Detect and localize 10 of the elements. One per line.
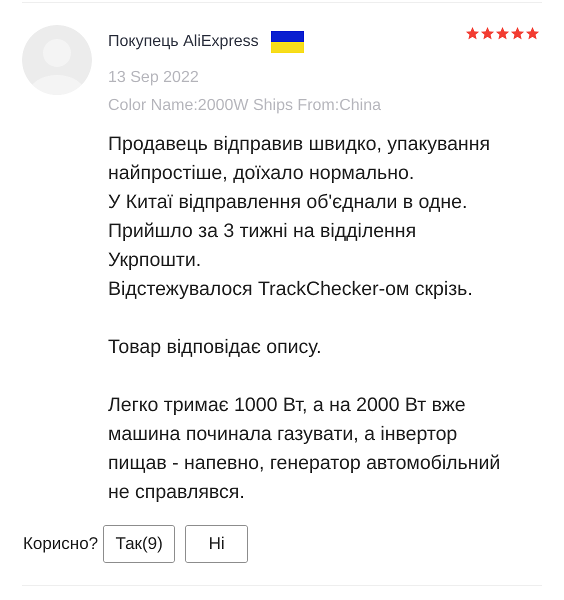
vote-button[interactable]: Так(9) [103,525,176,563]
review-date: 13 Sep 2022 [108,69,200,87]
flag-icon [270,31,304,53]
review-paragraph: Продавець відправив швидко, упакування найпростіше, доїхало нормально. У Китаї відправлення об'єднали в одне. Прийшло за 3 тижні на відділення Укрпошти. Відстежувалося TrackChecker-ом скрізь. [108,132,492,302]
vote-button[interactable]: Ні [185,525,248,563]
reviewer-name: Покупець AliExpress [108,33,259,51]
review-paragraph: Легко тримає 1000 Вт, а на 2000 Вт вже машина починала газувати, а інвертор пищав - напевно, генератор автомобільний не справлявся. [108,393,502,505]
review-paragraph: Товар відповідає опису. [108,335,323,360]
product-attributes: Color Name:2000W Ships From:China [108,97,382,115]
helpful-label: Корисно? [23,534,98,554]
